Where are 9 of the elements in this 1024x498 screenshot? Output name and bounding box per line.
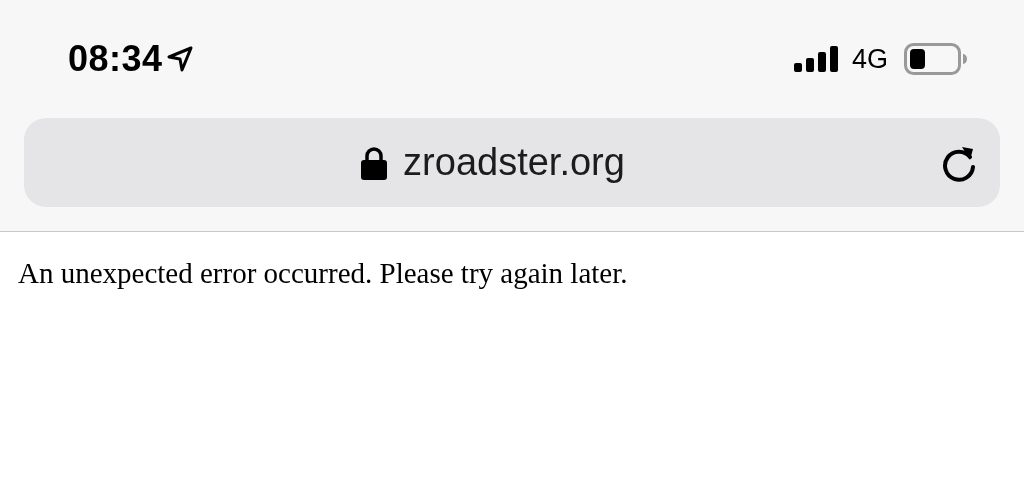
network-label: 4G [851,42,888,76]
url-text: zroadster.org [403,140,625,185]
lock-icon [361,145,388,180]
signal-icon [793,46,840,72]
error-message: An unexpected error occurred. Please try again later. [17,256,629,291]
clock-time: 08:34 [68,37,163,81]
battery-icon [904,43,968,75]
location-arrow-icon [166,46,193,72]
address-bar[interactable]: zroadster.org [24,118,1000,207]
